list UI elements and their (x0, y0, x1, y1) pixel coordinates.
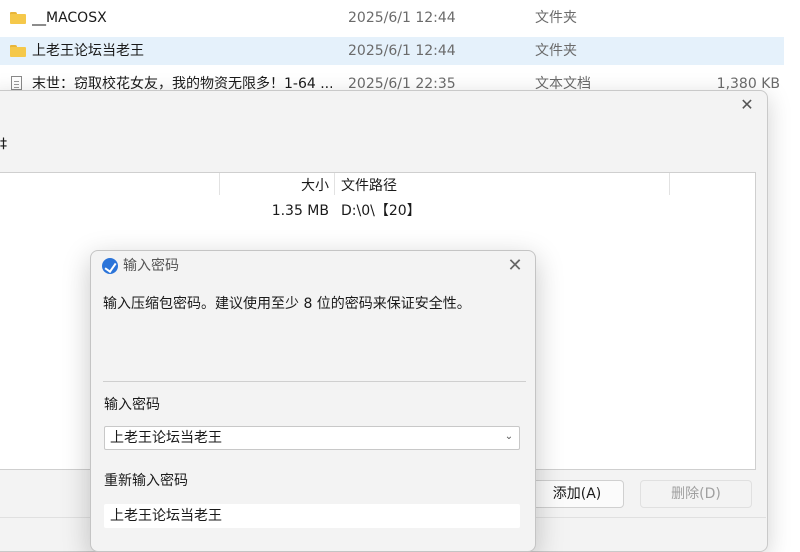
file-type: 文件夹 (535, 43, 577, 59)
folder-icon (10, 45, 26, 57)
folder-icon (10, 12, 26, 24)
column-header-size[interactable]: 大小 (221, 173, 329, 199)
password-dialog-divider (103, 381, 526, 382)
add-button[interactable]: 添加(A) (530, 480, 624, 508)
archive-dialog-title-fragment: ‡ (0, 136, 7, 152)
confirm-password-label: 重新输入密码 (104, 473, 188, 489)
file-date: 2025/6/1 12:44 (348, 43, 456, 59)
file-size (660, 4, 780, 32)
password-dialog-title: 输入密码 (123, 258, 179, 274)
file-type: 文件夹 (535, 10, 577, 26)
table-cell-size: 1.35 MB (271, 203, 329, 219)
text-file-icon (11, 76, 22, 90)
column-separator[interactable] (669, 173, 670, 195)
column-separator[interactable] (219, 173, 220, 195)
column-separator[interactable] (334, 173, 335, 195)
delete-button[interactable]: 删除(D) (640, 480, 752, 508)
file-name: 上老王论坛当老王 (32, 43, 144, 59)
table-cell-path: D:\0\【20】 (341, 203, 421, 219)
confirm-password-input[interactable]: 上老王论坛当老王 (104, 504, 520, 528)
file-list-item[interactable]: __MACOSX 2025/6/1 12:44 文件夹 (0, 4, 784, 32)
password-dialog-close-button[interactable]: ✕ (506, 256, 524, 276)
file-size (660, 37, 780, 65)
password-label: 输入密码 (104, 397, 160, 413)
archive-dialog-close-button[interactable]: ✕ (738, 96, 756, 114)
file-date: 2025/6/1 12:44 (348, 10, 456, 26)
password-input[interactable]: 上老王论坛当老王 (104, 426, 520, 450)
chevron-down-icon[interactable]: ⌄ (502, 430, 516, 444)
password-dialog-description: 输入压缩包密码。建议使用至少 8 位的密码来保证安全性。 (103, 296, 471, 312)
app-logo-icon (102, 258, 118, 274)
file-name: __MACOSX (32, 10, 107, 26)
file-list-item[interactable]: 上老王论坛当老王 2025/6/1 12:44 文件夹 (0, 37, 784, 65)
column-header-path[interactable]: 文件路径 (341, 173, 541, 199)
